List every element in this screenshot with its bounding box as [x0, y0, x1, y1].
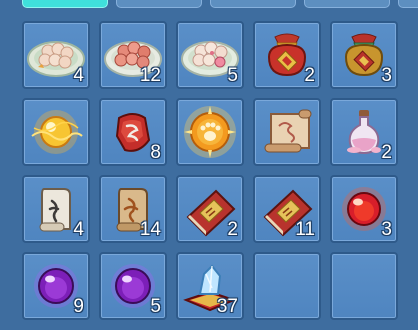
inventory-slot[interactable]: 9 [22, 252, 90, 320]
item-count: 2 [304, 65, 315, 86]
inventory-slot[interactable]: 11 [253, 175, 321, 243]
item-count: 5 [150, 296, 161, 317]
inventory-slot[interactable]: 8 [99, 98, 167, 166]
inventory-slot[interactable]: 2 [253, 21, 321, 89]
inventory-slot[interactable]: 37 [176, 252, 244, 320]
paw-sunburst-orb-icon [184, 106, 236, 158]
item-count: 12 [139, 65, 161, 86]
item-count: 4 [73, 219, 84, 240]
inventory-grid: 4 12 5 2 3 8 2 4 14 2 11 3 9 5 37 [0, 0, 418, 330]
inventory-slot-empty[interactable] [253, 252, 321, 320]
inventory-slot[interactable]: 4 [22, 21, 90, 89]
item-count: 37 [216, 296, 238, 317]
inventory-slot[interactable]: 2 [330, 98, 398, 166]
inventory-slot[interactable] [176, 98, 244, 166]
item-count: 8 [150, 142, 161, 163]
inventory-slot[interactable]: 4 [22, 175, 90, 243]
item-count: 14 [139, 219, 161, 240]
item-count: 3 [381, 219, 392, 240]
golden-energy-orb-icon [31, 110, 83, 154]
inventory-slot[interactable] [253, 98, 321, 166]
inventory-slot[interactable]: 12 [99, 21, 167, 89]
inventory-slot[interactable]: 3 [330, 175, 398, 243]
item-count: 2 [227, 219, 238, 240]
inventory-slot[interactable]: 2 [176, 175, 244, 243]
inventory-slot-empty[interactable] [330, 252, 398, 320]
item-count: 9 [73, 296, 84, 317]
item-count: 11 [295, 219, 315, 240]
item-count: 3 [381, 65, 392, 86]
item-count: 5 [227, 65, 238, 86]
inventory-slot[interactable]: 5 [176, 21, 244, 89]
inventory-slot[interactable]: 14 [99, 175, 167, 243]
item-count: 2 [381, 142, 392, 163]
parchment-scroll-icon [264, 109, 312, 153]
inventory-slot[interactable] [22, 98, 90, 166]
inventory-slot[interactable]: 5 [99, 252, 167, 320]
item-count: 4 [73, 65, 84, 86]
inventory-slot[interactable]: 3 [330, 21, 398, 89]
